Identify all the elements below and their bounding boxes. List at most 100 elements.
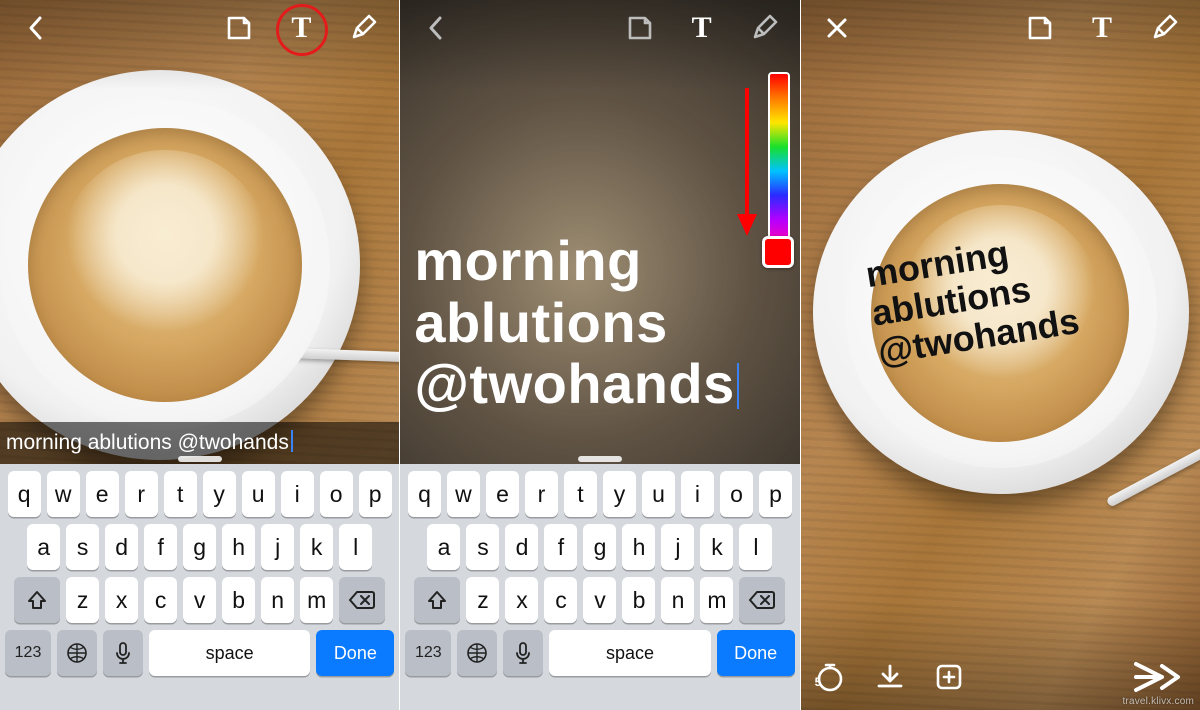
key-n[interactable]: n xyxy=(261,577,294,623)
key-c[interactable]: c xyxy=(144,577,177,623)
key-h[interactable]: h xyxy=(222,524,255,570)
keyboard-handle[interactable] xyxy=(178,456,222,462)
color-slider[interactable] xyxy=(768,72,790,246)
keyboard-handle[interactable] xyxy=(578,456,622,462)
back-icon[interactable] xyxy=(16,8,56,48)
sticker-icon[interactable] xyxy=(620,8,660,48)
back-icon[interactable] xyxy=(416,8,456,48)
key-v[interactable]: v xyxy=(183,577,216,623)
text-tool-button[interactable]: T xyxy=(281,8,321,48)
color-slider-knob[interactable] xyxy=(762,236,794,268)
key-y[interactable]: y xyxy=(603,471,636,517)
numbers-key[interactable]: 123 xyxy=(405,630,451,676)
space-key[interactable]: space xyxy=(149,630,310,676)
key-b[interactable]: b xyxy=(222,577,255,623)
key-m[interactable]: m xyxy=(300,577,333,623)
key-e[interactable]: e xyxy=(486,471,519,517)
text-cursor xyxy=(291,430,293,452)
editor-toolbar: T xyxy=(0,0,399,56)
key-j[interactable]: j xyxy=(261,524,294,570)
globe-key[interactable] xyxy=(457,630,497,676)
backspace-key[interactable] xyxy=(739,577,785,623)
key-d[interactable]: d xyxy=(505,524,538,570)
key-v[interactable]: v xyxy=(583,577,616,623)
backspace-key[interactable] xyxy=(339,577,385,623)
key-r[interactable]: r xyxy=(525,471,558,517)
text-icon: T xyxy=(291,13,311,43)
text-tool-button[interactable]: T xyxy=(1082,8,1122,48)
keyboard-row-2: asdfghjkl xyxy=(400,517,799,570)
text-tool-button[interactable]: T xyxy=(682,8,722,48)
key-o[interactable]: o xyxy=(320,471,353,517)
key-k[interactable]: k xyxy=(700,524,733,570)
keyboard-row-3: zxcvbnm xyxy=(400,570,799,623)
key-u[interactable]: u xyxy=(642,471,675,517)
key-g[interactable]: g xyxy=(583,524,616,570)
key-u[interactable]: u xyxy=(242,471,275,517)
keyboard-row-4: 123 space Done xyxy=(400,623,799,683)
key-w[interactable]: w xyxy=(47,471,80,517)
key-a[interactable]: a xyxy=(27,524,60,570)
key-l[interactable]: l xyxy=(339,524,372,570)
key-y[interactable]: y xyxy=(203,471,236,517)
key-n[interactable]: n xyxy=(661,577,694,623)
key-f[interactable]: f xyxy=(544,524,577,570)
key-i[interactable]: i xyxy=(681,471,714,517)
key-p[interactable]: p xyxy=(359,471,392,517)
numbers-key[interactable]: 123 xyxy=(5,630,51,676)
key-t[interactable]: t xyxy=(564,471,597,517)
sticker-icon[interactable] xyxy=(1020,8,1060,48)
key-m[interactable]: m xyxy=(700,577,733,623)
space-key[interactable]: space xyxy=(549,630,710,676)
key-e[interactable]: e xyxy=(86,471,119,517)
keyboard-row-1: qwertyuiop xyxy=(400,464,799,517)
key-s[interactable]: s xyxy=(466,524,499,570)
key-s[interactable]: s xyxy=(66,524,99,570)
mic-key[interactable] xyxy=(503,630,543,676)
annotation-red-arrow xyxy=(734,88,760,243)
globe-key[interactable] xyxy=(57,630,97,676)
key-p[interactable]: p xyxy=(759,471,792,517)
key-f[interactable]: f xyxy=(144,524,177,570)
timer-button[interactable]: 5 xyxy=(815,662,845,692)
sticker-icon[interactable] xyxy=(219,8,259,48)
shift-key[interactable] xyxy=(414,577,460,623)
save-button[interactable] xyxy=(875,664,905,690)
key-j[interactable]: j xyxy=(661,524,694,570)
key-l[interactable]: l xyxy=(739,524,772,570)
send-button[interactable] xyxy=(1128,658,1186,696)
key-o[interactable]: o xyxy=(720,471,753,517)
key-d[interactable]: d xyxy=(105,524,138,570)
key-b[interactable]: b xyxy=(622,577,655,623)
key-z[interactable]: z xyxy=(466,577,499,623)
key-q[interactable]: q xyxy=(8,471,41,517)
key-k[interactable]: k xyxy=(300,524,333,570)
pencil-icon[interactable] xyxy=(343,8,383,48)
keyboard-row-2: asdfghjkl xyxy=(0,517,399,570)
key-w[interactable]: w xyxy=(447,471,480,517)
key-r[interactable]: r xyxy=(125,471,158,517)
done-key[interactable]: Done xyxy=(717,630,795,676)
key-x[interactable]: x xyxy=(505,577,538,623)
key-c[interactable]: c xyxy=(544,577,577,623)
pencil-icon[interactable] xyxy=(744,8,784,48)
keyboard-row-1: qwertyuiop xyxy=(0,464,399,517)
pencil-icon[interactable] xyxy=(1144,8,1184,48)
close-icon[interactable] xyxy=(817,8,857,48)
key-z[interactable]: z xyxy=(66,577,99,623)
done-key[interactable]: Done xyxy=(316,630,394,676)
key-h[interactable]: h xyxy=(622,524,655,570)
key-t[interactable]: t xyxy=(164,471,197,517)
shift-key[interactable] xyxy=(14,577,60,623)
large-text-line: ablutions xyxy=(414,292,785,354)
mic-key[interactable] xyxy=(103,630,143,676)
caption-text: morning ablutions @twohands xyxy=(6,431,289,454)
key-g[interactable]: g xyxy=(183,524,216,570)
key-x[interactable]: x xyxy=(105,577,138,623)
key-i[interactable]: i xyxy=(281,471,314,517)
large-text-input[interactable]: morning ablutions @twohands xyxy=(414,230,785,415)
key-a[interactable]: a xyxy=(427,524,460,570)
key-q[interactable]: q xyxy=(408,471,441,517)
panel-2-large-text: T morning ablutions @twohands qwertyuiop… xyxy=(399,0,799,710)
add-story-button[interactable] xyxy=(935,663,963,691)
